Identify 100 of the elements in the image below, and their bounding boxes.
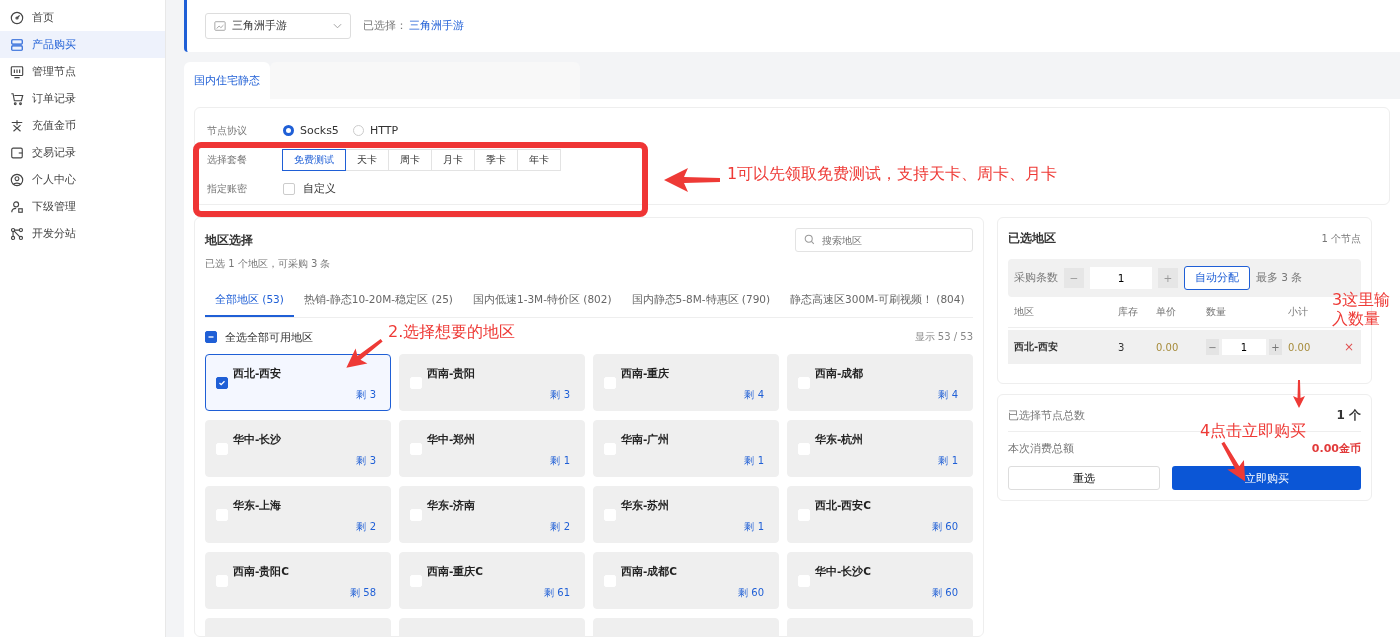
region-option[interactable]: 西北-西安 剩 3 — [205, 354, 391, 411]
game-select[interactable]: 三角洲手游 — [205, 12, 351, 39]
region-option[interactable]: 华东-济南 剩 2 — [399, 486, 585, 543]
gauge-icon — [10, 10, 24, 25]
sidebar-item[interactable]: 产品购买 — [0, 31, 165, 58]
shown-count: 显示 53 / 53 — [914, 330, 973, 344]
sidebar-item[interactable]: 开发分站 — [0, 220, 165, 247]
field-label: 节点协议 — [207, 123, 248, 138]
section-subtitle: 已选 1 个地区，可采购 3 条 — [205, 257, 331, 271]
region-option[interactable]: 华东-苏州 剩 1 — [593, 486, 779, 543]
checkbox-label: 全选全部可用地区 — [225, 329, 313, 345]
region-option[interactable]: 华中-郑州 剩 1 — [399, 420, 585, 477]
region-name: 华东-上海 — [233, 499, 282, 513]
annotation-text: 2.选择想要的地区 — [388, 322, 516, 343]
region-tab[interactable]: 全部地区 (53) — [205, 287, 294, 317]
search-icon — [804, 234, 815, 245]
remaining-count: 剩 1 — [744, 520, 764, 534]
auto-assign-button[interactable]: 自动分配 — [1184, 266, 1250, 290]
person-circle-icon — [10, 172, 24, 187]
radio-option[interactable]: Socks5 — [283, 124, 339, 137]
region-option[interactable]: 西南-成都 剩 4 — [787, 354, 973, 411]
section-title: 已选地区 — [1008, 230, 1056, 247]
plan-option[interactable]: 月卡 — [431, 148, 475, 171]
search-field[interactable]: 搜索地区 — [795, 228, 973, 252]
plan-option[interactable]: 天卡 — [345, 148, 389, 171]
region-name: 西南-重庆 — [621, 367, 670, 381]
remaining-count: 剩 3 — [356, 454, 376, 468]
sidebar-item[interactable]: 下级管理 — [0, 193, 165, 220]
section-title: 地区选择 — [205, 232, 254, 249]
region-option[interactable]: 西南-成都C 剩 60 — [593, 552, 779, 609]
region-option[interactable]: 华南-广州 剩 1 — [593, 420, 779, 477]
remaining-count: 剩 3 — [550, 388, 570, 402]
minus-button[interactable]: − — [1206, 339, 1219, 355]
sidebar-item[interactable]: 充值金币 — [0, 112, 165, 139]
remaining-count: 剩 61 — [544, 586, 570, 600]
field-label: 选择套餐 — [207, 152, 248, 167]
monitor-icon — [10, 64, 24, 79]
person-icon — [10, 199, 24, 214]
node-count: 1 个节点 — [1321, 231, 1361, 246]
region-name: 华东-济南 — [427, 499, 476, 513]
quantity-field[interactable]: 1 — [1222, 339, 1266, 355]
sidebar-item[interactable]: 管理节点 — [0, 58, 165, 85]
region-name: 西北-西安 — [233, 367, 282, 381]
remaining-count: 剩 60 — [932, 586, 958, 600]
region-option[interactable]: 华东-杭州 剩 1 — [787, 420, 973, 477]
region-name: 西南-成都 — [815, 367, 864, 381]
remaining-count: 剩 60 — [932, 520, 958, 534]
region-tab[interactable]: 热销-静态10-20M-稳定区 (25) — [293, 287, 463, 317]
region-option[interactable]: 华东-上海 剩 2 — [205, 486, 391, 543]
annotation-text: 4点击立即购买 — [1200, 421, 1307, 442]
layers-icon — [10, 37, 24, 52]
quantity-field[interactable]: 1 — [1090, 267, 1152, 289]
region-option[interactable]: 西南-贵阳 剩 3 — [399, 354, 585, 411]
region-option[interactable]: 西南-重庆 剩 4 — [593, 354, 779, 411]
region-name: 华中-郑州 — [427, 433, 476, 447]
checkbox[interactable] — [205, 331, 217, 343]
region-name: 西北-西安C — [815, 499, 872, 513]
plus-button[interactable]: + — [1269, 339, 1282, 355]
sidebar-item[interactable]: 首页 — [0, 4, 165, 31]
region-option[interactable]: 西南-重庆C 剩 61 — [399, 552, 585, 609]
selected-label: 已选择： — [363, 18, 407, 34]
checkbox[interactable] — [216, 377, 228, 389]
remaining-count: 剩 3 — [356, 388, 376, 402]
cost-label: 本次消费总额 — [1008, 440, 1074, 456]
chevron-down-icon — [333, 22, 342, 29]
region-option[interactable]: 西北-西安C 剩 60 — [787, 486, 973, 543]
region-name: 西南-贵阳C — [233, 565, 290, 579]
radio-option[interactable]: HTTP — [352, 124, 399, 137]
region-option[interactable]: 华中-长沙C 剩 60 — [787, 552, 973, 609]
checkbox-label: 自定义 — [303, 181, 336, 196]
region-tab[interactable]: 国内静态5-8M-特惠区 (790) — [621, 287, 781, 317]
plan-option[interactable]: 免费测试 — [282, 148, 346, 171]
sidebar-item[interactable]: 个人中心 — [0, 166, 165, 193]
region-name: 华东-杭州 — [815, 433, 864, 447]
plan-option[interactable]: 季卡 — [474, 148, 518, 171]
region-option[interactable]: 华中-长沙 剩 3 — [205, 420, 391, 477]
region-option[interactable]: 西南-贵阳C 剩 58 — [205, 552, 391, 609]
tab[interactable]: 国内住宅静态 — [184, 61, 270, 99]
reset-button[interactable]: 重选 — [1008, 466, 1160, 490]
plan-option[interactable]: 周卡 — [388, 148, 432, 171]
field-label: 采购条数 — [1014, 271, 1058, 285]
cost-value: 0.00金币 — [1311, 440, 1361, 456]
remaining-count: 剩 1 — [744, 454, 764, 468]
field-label: 指定账密 — [207, 181, 248, 196]
sidebar-item[interactable]: 订单记录 — [0, 85, 165, 112]
column-header: 数量 — [1205, 305, 1227, 319]
buy-button[interactable]: 立即购买 — [1172, 466, 1361, 490]
region-tab[interactable]: 国内低速1-3M-特价区 (802) — [462, 287, 622, 317]
remaining-count: 剩 2 — [550, 520, 570, 534]
region-name: 西南-重庆C — [427, 565, 484, 579]
branch-icon — [10, 226, 24, 241]
remaining-count: 剩 2 — [356, 520, 376, 534]
remaining-count: 剩 60 — [738, 586, 764, 600]
wallet-icon — [10, 145, 24, 160]
table-cell-text: 3 — [1117, 341, 1126, 353]
sidebar-item[interactable]: 交易记录 — [0, 139, 165, 166]
region-tab[interactable]: 静态高速区300M-可刷视频！ (804) — [780, 287, 975, 317]
cart-icon — [10, 91, 24, 106]
plan-option[interactable]: 年卡 — [517, 148, 561, 171]
remaining-count: 剩 1 — [938, 454, 958, 468]
